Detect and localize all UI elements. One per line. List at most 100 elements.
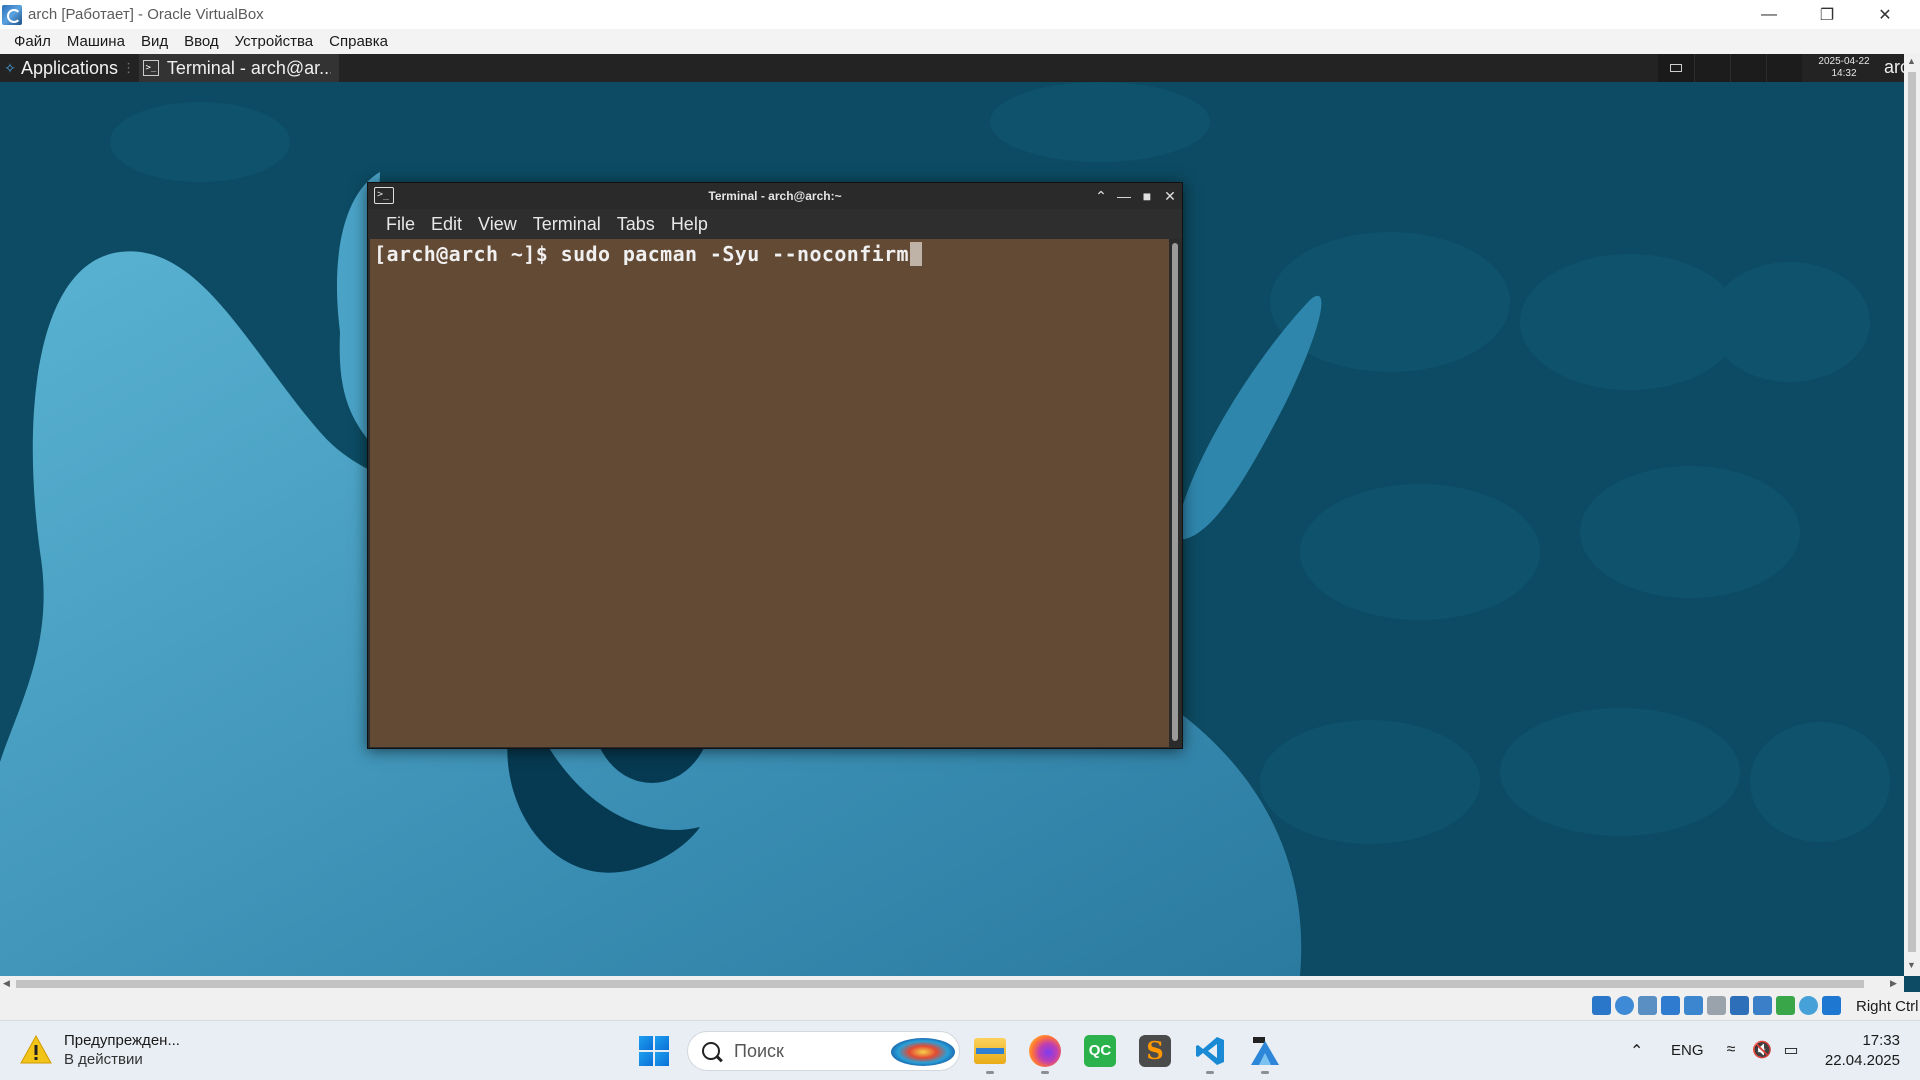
warning-icon [20,1034,52,1065]
virtualbox-icon [1249,1035,1281,1067]
windows-start-button[interactable] [639,1036,669,1066]
scroll-left-icon[interactable]: ◀ [3,978,10,989]
vbox-menu-view[interactable]: Вид [133,33,176,50]
sublime-text-icon: S [1139,1035,1171,1067]
terminal-icon: >_ [143,60,159,76]
guest-clock-time: 14:32 [1831,68,1857,79]
taskbar-file-explorer[interactable] [972,1033,1008,1069]
running-indicator [1206,1071,1214,1074]
input-language-indicator[interactable]: ENG [1671,1042,1704,1059]
vscode-icon [1194,1035,1226,1067]
terminal-menu-file[interactable]: File [378,214,423,235]
terminal-command: sudo pacman -Syu --noconfirm [560,242,909,266]
usb-icon[interactable] [1684,996,1703,1015]
minimize-icon[interactable]: — [1115,187,1133,205]
vbox-status-icons [1592,996,1841,1015]
vbox-menu-input[interactable]: Ввод [176,33,227,50]
audio-icon[interactable] [1638,996,1657,1015]
vbox-menu-help[interactable]: Справка [321,33,396,50]
applications-menu-button[interactable]: ✧ Applications [0,54,118,82]
start-logo-tile [639,1036,653,1050]
terminal-prompt: [arch@arch ~]$ [374,242,561,266]
vbox-status-bar: Right Ctrl [0,992,1920,1020]
taskbar-terminal-button[interactable]: >_ Terminal - arch@ar... [139,54,340,82]
guest-clock-date: 2025-04-22 [1818,56,1870,67]
panel-tray-item[interactable] [1658,54,1694,82]
mouse-integration-icon[interactable] [1799,996,1818,1015]
taskbar-sublime-text[interactable]: S [1137,1033,1173,1069]
scroll-right-icon[interactable]: ▶ [1890,978,1897,989]
applications-icon: ✧ [4,60,16,76]
network-icon[interactable] [1661,996,1680,1015]
start-logo-tile [639,1052,653,1066]
taskbar-terminal-label: Terminal - arch@ar... [166,57,332,78]
guest-clock[interactable]: 2025-04-22 14:32 [1800,56,1888,80]
taskbar-vscode[interactable] [1192,1033,1228,1069]
running-indicator [1041,1071,1049,1074]
terminal-menu-bar: File Edit View Terminal Tabs Help [368,209,1182,239]
taskbar-qcad[interactable]: QC [1082,1033,1118,1069]
scroll-down-icon[interactable]: ▼ [1907,960,1916,970]
running-indicator [1261,1071,1269,1074]
volume-muted-icon[interactable]: 🔇 [1752,1040,1772,1060]
workspace-2[interactable] [1730,54,1766,82]
scroll-up-icon[interactable]: ▲ [1907,56,1916,66]
weather-title: Предупрежден... [64,1032,180,1049]
weather-widget[interactable]: Предупрежден... В действии [20,1031,180,1069]
terminal-window[interactable]: >_ Terminal - arch@arch:~ ⌃ — ■ ✕ File E… [367,182,1183,749]
show-hidden-icons-icon[interactable]: ⌃ [1630,1041,1643,1061]
terminal-menu-edit[interactable]: Edit [423,214,470,235]
windows-clock-date: 22.04.2025 [1824,1052,1900,1069]
minimize-icon[interactable]: — [1740,0,1798,29]
optical-drive-icon[interactable] [1615,996,1634,1015]
close-icon[interactable]: ✕ [1161,187,1179,205]
hard-disk-icon[interactable] [1592,996,1611,1015]
windows-clock[interactable]: 17:33 22.04.2025 [1818,1031,1900,1071]
vm-vertical-scroll-thumb[interactable] [1908,72,1916,952]
file-explorer-icon [974,1038,1006,1064]
terminal-output[interactable]: [arch@arch ~]$ sudo pacman -Syu --noconf… [370,239,1169,747]
terminal-menu-tabs[interactable]: Tabs [609,214,663,235]
terminal-title-bar[interactable]: >_ Terminal - arch@arch:~ ⌃ — ■ ✕ [368,183,1182,209]
close-icon[interactable]: ✕ [1856,0,1914,29]
terminal-scroll-thumb[interactable] [1172,243,1178,741]
cpu-activity-icon[interactable] [1776,996,1795,1015]
firefox-icon [1029,1035,1061,1067]
terminal-command-line: [arch@arch ~]$ sudo pacman -Syu --noconf… [374,242,922,266]
terminal-menu-help[interactable]: Help [663,214,716,235]
terminal-menu-terminal[interactable]: Terminal [525,214,609,235]
restore-icon[interactable]: ❐ [1798,0,1856,29]
workspace-1[interactable] [1694,54,1730,82]
vbox-menu-bar: Файл Машина Вид Ввод Устройства Справка [0,29,1920,54]
search-highlight-image [891,1038,955,1066]
recording-icon[interactable] [1753,996,1772,1015]
wifi-icon[interactable]: ≈ [1722,1041,1740,1059]
virtualbox-app-icon [2,4,22,25]
workspace-3[interactable] [1766,54,1802,82]
keyboard-capture-icon[interactable] [1822,996,1841,1015]
vbox-menu-file[interactable]: Файл [6,33,59,50]
shade-icon[interactable]: ⌃ [1092,187,1110,205]
guest-top-panel: ✧ Applications ⋮ >_ Terminal - arch@ar..… [0,54,1920,82]
search-placeholder: Поиск [734,1040,784,1061]
weather-subtitle: В действии [64,1051,143,1068]
vbox-menu-devices[interactable]: Устройства [227,33,321,50]
host-key-label[interactable]: Right Ctrl [1856,998,1919,1015]
vm-vertical-scrollbar[interactable]: ▲ ▼ [1904,54,1920,976]
vbox-title-bar: arch [Работает] - Oracle VirtualBox — ❐ … [0,0,1920,29]
terminal-menu-view[interactable]: View [470,214,525,235]
terminal-scrollbar[interactable] [1171,241,1179,743]
start-logo-tile [655,1036,669,1050]
vbox-menu-machine[interactable]: Машина [59,33,133,50]
maximize-icon[interactable]: ■ [1138,187,1156,205]
display-icon[interactable] [1730,996,1749,1015]
guest-desktop[interactable]: >_ Terminal - arch@arch:~ ⌃ — ■ ✕ File E… [0,82,1904,976]
shared-folders-icon[interactable] [1707,996,1726,1015]
vbox-window-title: arch [Работает] - Oracle VirtualBox [28,6,264,23]
vm-horizontal-scrollbar[interactable]: ◀ ▶ [0,976,1904,992]
taskbar-virtualbox[interactable] [1247,1033,1283,1069]
vm-horizontal-scroll-thumb[interactable] [16,980,1864,988]
taskbar-firefox[interactable] [1027,1033,1063,1069]
windows-search-box[interactable]: Поиск [687,1031,960,1071]
battery-icon[interactable]: ▭ [1782,1040,1800,1060]
